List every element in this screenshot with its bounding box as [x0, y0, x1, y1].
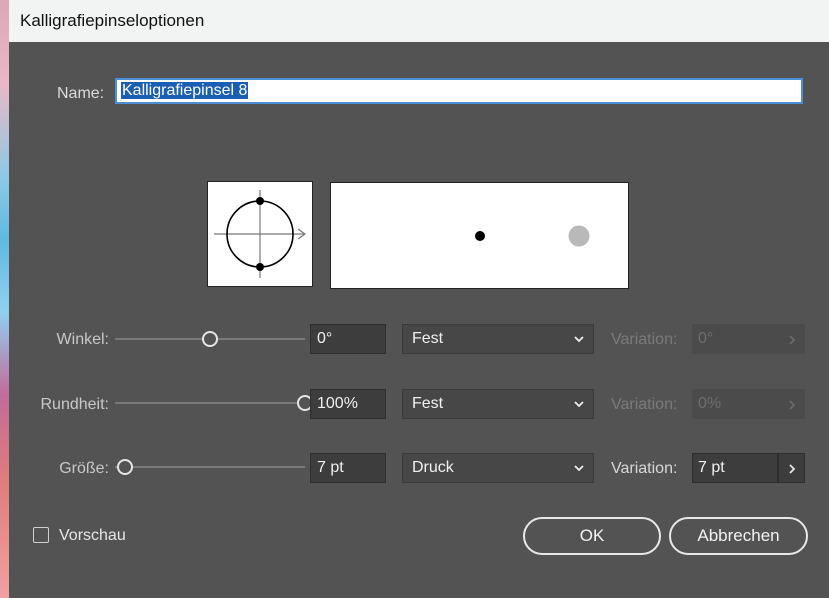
roundness-slider[interactable] — [115, 395, 313, 411]
size-mode-value: Druck — [412, 459, 454, 476]
chevron-down-icon — [574, 401, 584, 408]
size-slider[interactable] — [115, 459, 305, 475]
roundness-slider-track — [115, 402, 305, 404]
angle-variation-input: 0° — [692, 324, 778, 354]
title-bar[interactable]: Kalligrafiepinseloptionen — [9, 0, 829, 42]
angle-slider-handle[interactable] — [202, 331, 218, 347]
size-label: Größe: — [59, 460, 109, 477]
angle-variation-label: Variation: — [611, 331, 678, 348]
name-input-value: Kalligrafiepinsel 8 — [121, 82, 249, 99]
roundness-mode-select[interactable]: Fest — [402, 389, 594, 419]
size-variation-label: Variation: — [611, 460, 678, 477]
brush-dot-preview-icon — [475, 225, 590, 247]
chevron-down-icon — [574, 465, 584, 472]
angle-slider[interactable] — [115, 331, 305, 347]
size-slider-handle[interactable] — [116, 459, 133, 475]
cancel-button[interactable]: Abbrechen — [669, 517, 808, 555]
roundness-variation-label: Variation: — [611, 396, 678, 413]
roundness-variation-button — [778, 389, 805, 419]
chevron-down-icon — [574, 336, 584, 343]
size-slider-track — [115, 466, 305, 468]
size-variation-button[interactable] — [778, 453, 805, 483]
roundness-input[interactable]: 100% — [310, 389, 386, 419]
angle-variation-button — [778, 324, 805, 354]
roundness-label: Rundheit: — [40, 396, 110, 413]
angle-mode-select[interactable]: Fest — [402, 324, 594, 354]
brush-size-preview — [330, 182, 629, 289]
roundness-mode-value: Fest — [412, 395, 444, 412]
brush-shape-icon — [214, 190, 307, 278]
chevron-right-icon — [789, 335, 796, 345]
name-input[interactable]: Kalligrafiepinsel 8 — [115, 78, 803, 104]
preview-checkbox[interactable] — [33, 527, 49, 543]
angle-mode-value: Fest — [412, 330, 444, 347]
name-label: Name: — [57, 85, 105, 102]
roundness-variation-input: 0% — [692, 389, 778, 419]
chevron-right-icon — [789, 464, 796, 474]
ok-button[interactable]: OK — [523, 517, 661, 555]
size-mode-select[interactable]: Druck — [402, 453, 594, 483]
angle-input[interactable]: 0° — [310, 324, 386, 354]
angle-label: Winkel: — [56, 331, 109, 348]
size-variation-input[interactable]: 7 pt — [692, 453, 778, 483]
calligraphic-brush-options-dialog: Kalligrafiepinseloptionen Name: Kalligra… — [9, 0, 829, 598]
preview-label[interactable]: Vorschau — [59, 527, 126, 545]
dialog-title: Kalligrafiepinseloptionen — [20, 11, 205, 30]
size-input[interactable]: 7 pt — [310, 453, 386, 483]
chevron-right-icon — [789, 400, 796, 410]
brush-angle-preview[interactable] — [207, 181, 313, 287]
